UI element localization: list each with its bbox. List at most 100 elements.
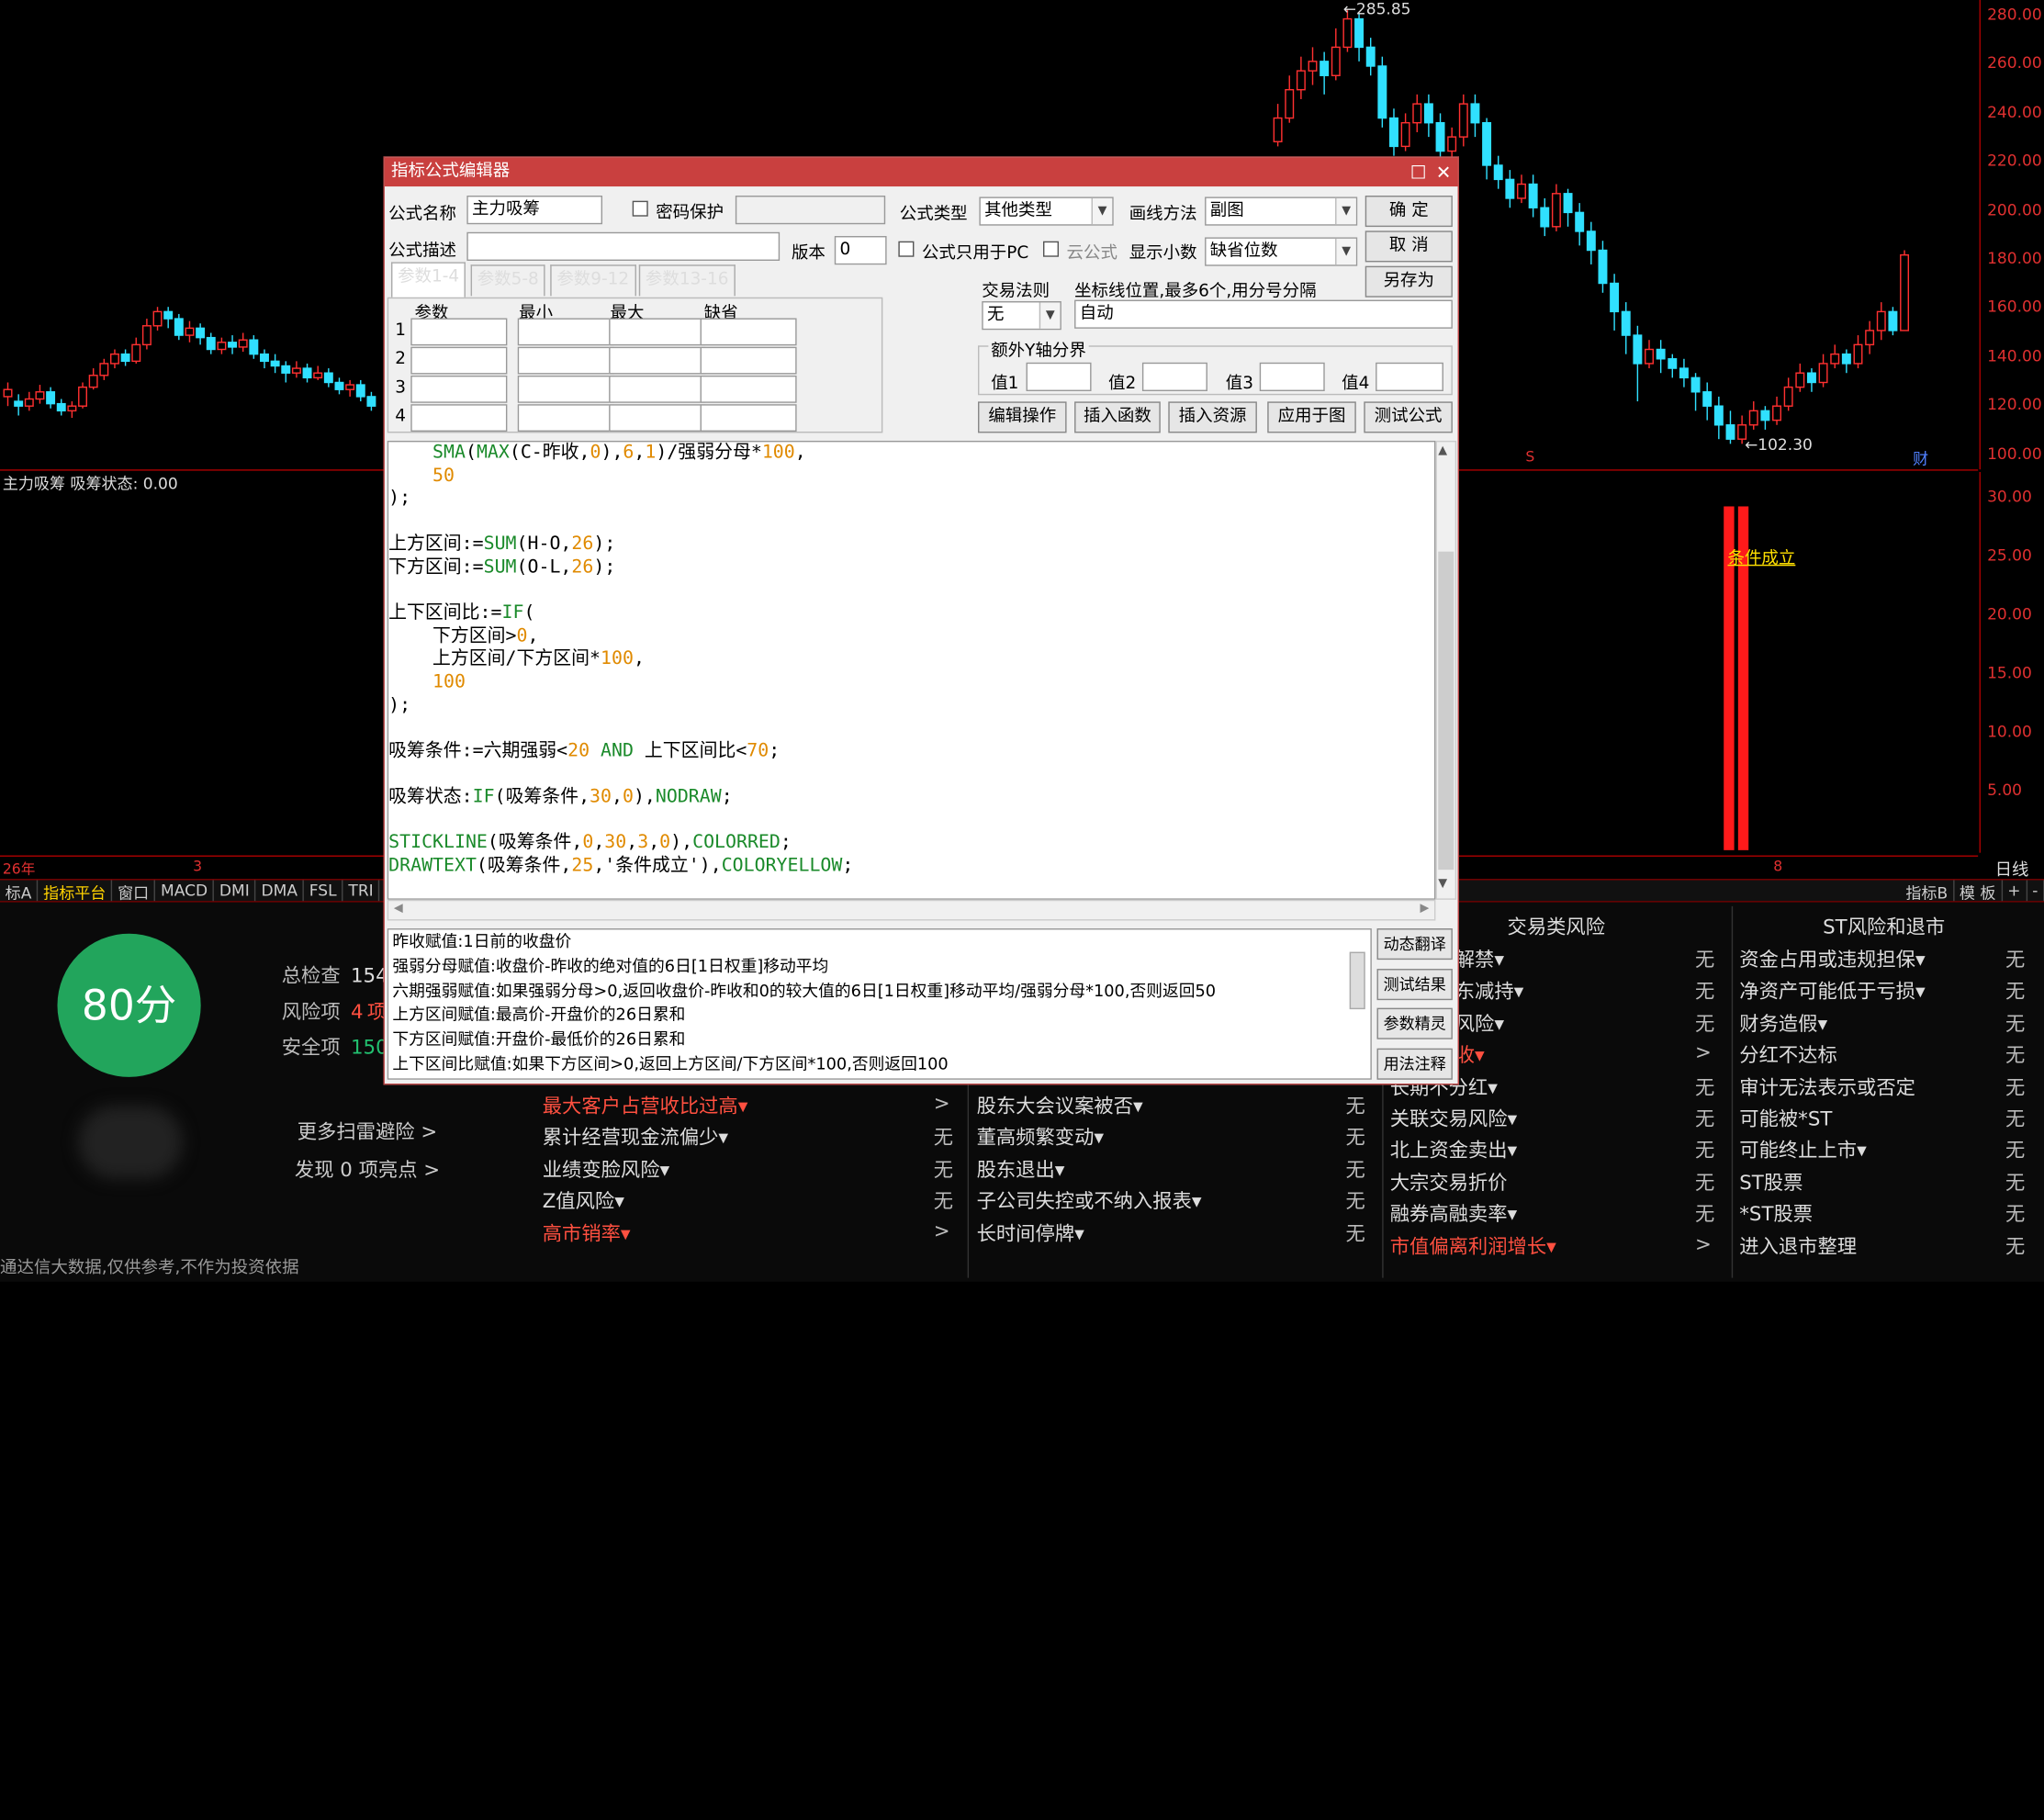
edit-operation-button[interactable]: 编辑操作 xyxy=(978,401,1067,433)
risk-item[interactable]: 高市销率▾ xyxy=(543,1219,631,1246)
risk-item[interactable]: 业绩变脸风险▾ xyxy=(543,1155,669,1183)
risk-item[interactable]: 进入退市整理 xyxy=(1739,1231,1857,1259)
param-cell-input[interactable] xyxy=(410,346,508,375)
maximize-icon[interactable]: ☐ xyxy=(1410,159,1427,187)
risk-item[interactable]: 累计经营现金流偏少▾ xyxy=(543,1123,728,1151)
insert-resource-button[interactable]: 插入资源 xyxy=(1168,401,1257,433)
risk-item[interactable]: 市值偏离利润增长▾ xyxy=(1390,1231,1556,1259)
insert-function-button[interactable]: 插入函数 xyxy=(1074,401,1161,433)
password-input[interactable] xyxy=(735,196,886,225)
risk-item[interactable]: 可能终止上市▾ xyxy=(1739,1136,1866,1163)
param-cell-input[interactable] xyxy=(410,318,508,346)
tab-params-1-4[interactable]: 参数1-4 xyxy=(391,262,466,298)
param-cell-input[interactable] xyxy=(609,375,706,403)
test-result-button[interactable]: 测试结果 xyxy=(1376,968,1453,1000)
param-cell-input[interactable] xyxy=(609,318,706,346)
scroll-right-icon[interactable]: ▶ xyxy=(1420,903,1429,916)
risk-item[interactable]: Z值风险▾ xyxy=(543,1186,624,1214)
risk-item[interactable]: 东减持▾ xyxy=(1455,977,1524,1005)
zoom-in-button[interactable]: + xyxy=(2003,880,2027,902)
param-cell-input[interactable] xyxy=(517,375,614,403)
risk-item[interactable]: 股东退出▾ xyxy=(977,1155,1065,1183)
y-value-input[interactable] xyxy=(1026,362,1092,391)
editor-horizontal-scrollbar[interactable]: ◀ ▶ xyxy=(387,899,1436,921)
close-icon[interactable]: ✕ xyxy=(1436,159,1452,187)
coord-input[interactable]: 自动 xyxy=(1074,299,1453,329)
tab-indicator-b[interactable]: 指标B xyxy=(1901,880,1955,903)
more-scan-link[interactable]: 更多扫雷避险 > xyxy=(298,1118,437,1145)
risk-item[interactable]: 最大客户占营收比过高▾ xyxy=(543,1092,748,1119)
scroll-down-icon[interactable]: ▼ xyxy=(1438,878,1447,891)
risk-item[interactable]: 北上资金卖出▾ xyxy=(1390,1136,1517,1163)
y-value-input[interactable] xyxy=(1141,362,1207,391)
password-checkbox[interactable] xyxy=(632,200,648,217)
apply-to-chart-button[interactable]: 应用于图 xyxy=(1267,401,1356,433)
risk-item[interactable]: 审计无法表示或否定 xyxy=(1739,1073,1915,1100)
risk-item[interactable]: 子公司失控或不纳入报表▾ xyxy=(977,1186,1202,1214)
tab-params-13-16[interactable]: 参数13-16 xyxy=(638,264,736,297)
param-cell-input[interactable] xyxy=(410,404,508,433)
param-cell-input[interactable] xyxy=(700,375,797,403)
risk-item[interactable]: 风险▾ xyxy=(1455,1009,1504,1037)
formula-code-editor[interactable]: SMA(MAX(C-昨收,0),6,1)/强弱分母*100, 50);​上方区间… xyxy=(387,440,1436,900)
cloud-checkbox[interactable] xyxy=(1043,241,1060,257)
tab-template[interactable]: 模 板 xyxy=(1954,880,2003,903)
y-value-input[interactable] xyxy=(1259,362,1325,391)
draw-method-select[interactable]: 副图 ▼ xyxy=(1205,197,1358,226)
scroll-thumb[interactable] xyxy=(1438,551,1454,871)
description-input[interactable] xyxy=(466,231,781,261)
cancel-button[interactable]: 取 消 xyxy=(1365,230,1453,263)
finance-marker[interactable]: 财 xyxy=(1913,447,1928,469)
risk-item[interactable]: 大宗交易折价 xyxy=(1390,1168,1508,1196)
param-cell-input[interactable] xyxy=(609,346,706,375)
tab-dmi[interactable]: DMI xyxy=(214,880,256,902)
highlights-link[interactable]: 发现 0 项亮点 > xyxy=(295,1155,440,1183)
dynamic-translate-button[interactable]: 动态翻译 xyxy=(1376,928,1453,961)
formula-type-select[interactable]: 其他类型 ▼ xyxy=(979,197,1114,226)
ok-button[interactable]: 确 定 xyxy=(1365,196,1453,228)
s-marker[interactable]: S xyxy=(1525,448,1534,465)
param-wizard-button[interactable]: 参数精灵 xyxy=(1376,1007,1453,1039)
risk-item[interactable]: 财务造假▾ xyxy=(1739,1009,1827,1037)
tab-window[interactable]: 窗口 xyxy=(112,880,156,903)
risk-item[interactable]: 关联交易风险▾ xyxy=(1390,1105,1517,1132)
tab-fsl[interactable]: FSL xyxy=(304,880,343,902)
desc-scroll-thumb[interactable] xyxy=(1349,951,1365,1010)
risk-item[interactable]: *ST股票 xyxy=(1739,1200,1813,1228)
zoom-out-button[interactable]: - xyxy=(2027,880,2044,902)
tab-indicator-platform[interactable]: 指标平台 xyxy=(38,880,113,903)
tab-macd[interactable]: MACD xyxy=(155,880,215,902)
param-cell-input[interactable] xyxy=(700,346,797,375)
risk-item[interactable]: 资金占用或违规担保▾ xyxy=(1739,946,1925,973)
formula-name-input[interactable]: 主力吸筹 xyxy=(466,196,603,225)
scroll-left-icon[interactable]: ◀ xyxy=(394,903,403,916)
dialog-titlebar[interactable]: 指标公式编辑器 ☐ ✕ xyxy=(384,157,1458,187)
tab-params-5-8[interactable]: 参数5-8 xyxy=(470,264,545,297)
risk-item[interactable]: 长时间停牌▾ xyxy=(977,1219,1084,1246)
scroll-up-icon[interactable]: ▲ xyxy=(1438,444,1447,457)
tab-dma[interactable]: DMA xyxy=(256,880,305,902)
save-as-button[interactable]: 另存为 xyxy=(1365,265,1453,298)
risk-item[interactable]: 股东大会议案被否▾ xyxy=(977,1092,1143,1119)
tab-params-9-12[interactable]: 参数9-12 xyxy=(550,264,636,297)
version-input[interactable]: 0 xyxy=(834,236,887,265)
tab-a[interactable]: 标A xyxy=(0,880,39,903)
param-cell-input[interactable] xyxy=(700,318,797,346)
risk-item[interactable]: ST股票 xyxy=(1739,1168,1803,1196)
param-cell-input[interactable] xyxy=(609,404,706,433)
y-value-input[interactable] xyxy=(1376,362,1443,391)
risk-item[interactable]: 融券高融卖率▾ xyxy=(1390,1200,1517,1228)
risk-item[interactable]: 可能被*ST xyxy=(1739,1105,1832,1132)
param-cell-input[interactable] xyxy=(517,346,614,375)
editor-vertical-scrollbar[interactable]: ▲ ▼ xyxy=(1435,440,1457,900)
risk-item[interactable]: 净资产可能低于亏损▾ xyxy=(1739,977,1925,1005)
param-cell-input[interactable] xyxy=(700,404,797,433)
risk-item[interactable]: 董高频繁变动▾ xyxy=(977,1123,1104,1151)
param-cell-input[interactable] xyxy=(517,404,614,433)
param-cell-input[interactable] xyxy=(517,318,614,346)
trade-rule-select[interactable]: 无 ▼ xyxy=(982,301,1061,331)
decimals-select[interactable]: 缺省位数 ▼ xyxy=(1205,237,1358,266)
pc-only-checkbox[interactable] xyxy=(898,241,915,257)
risk-item[interactable]: 收▾ xyxy=(1455,1040,1485,1068)
test-formula-button[interactable]: 测试公式 xyxy=(1364,401,1453,433)
